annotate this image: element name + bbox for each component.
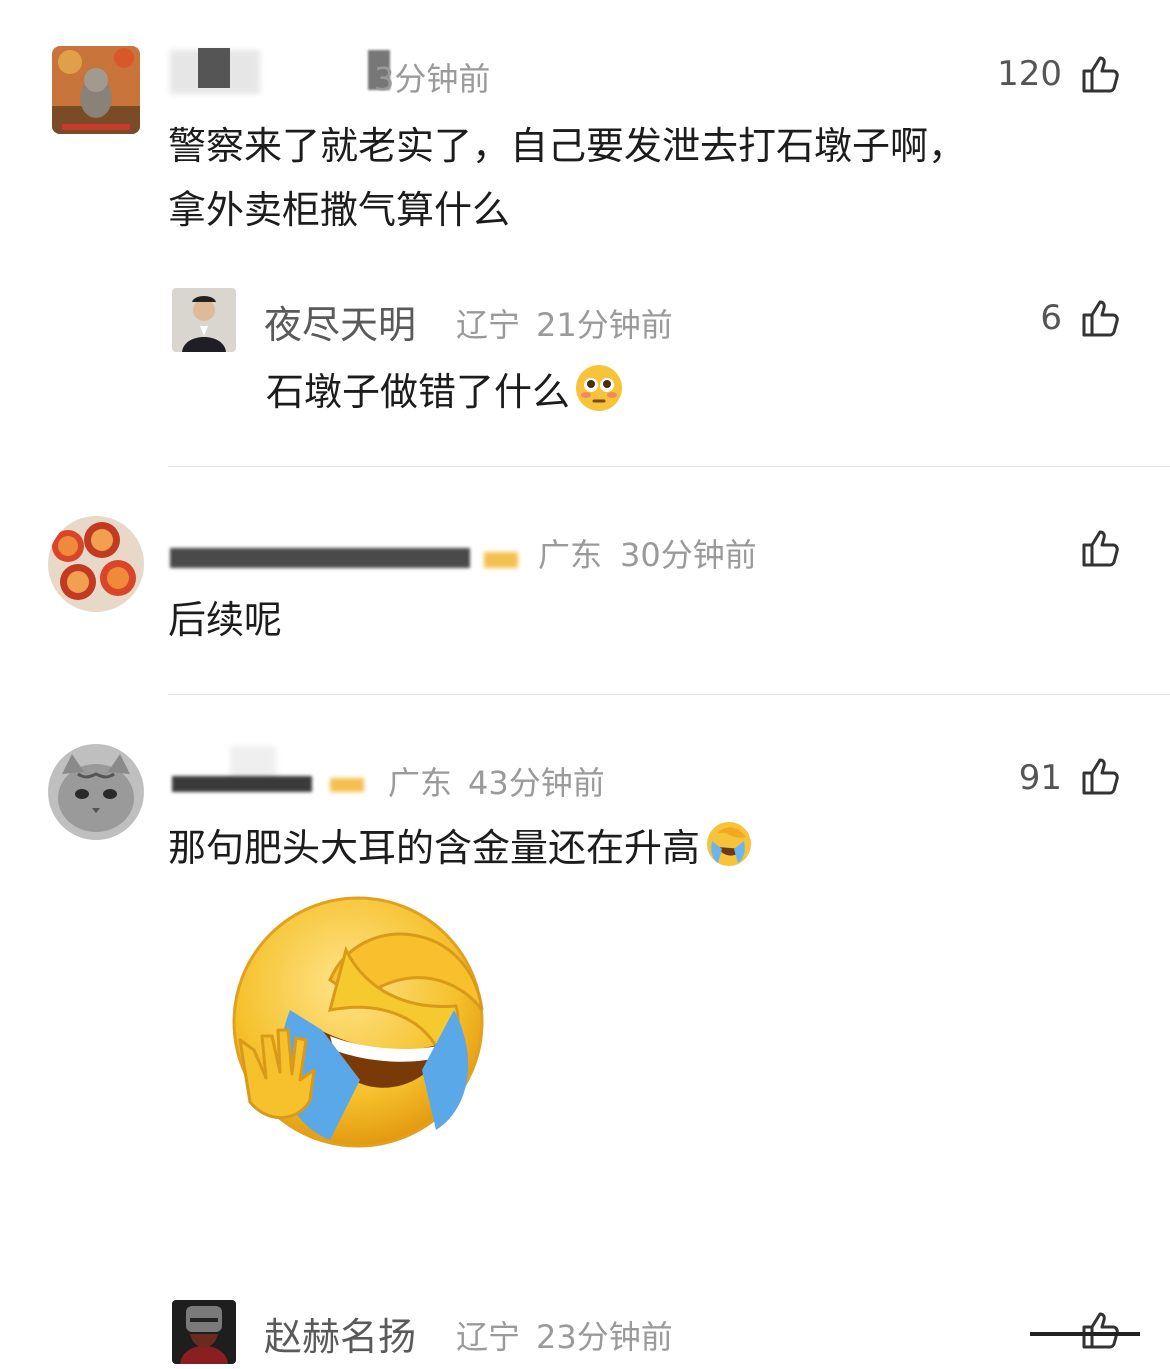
username-redacted [330, 778, 364, 792]
comment-location: 广东 [388, 764, 453, 802]
reply-location: 辽宁 [456, 306, 521, 344]
like-count: 91 [1018, 758, 1062, 798]
divider [168, 466, 1170, 467]
like-count: 120 [997, 54, 1062, 94]
flushed-face-emoji [576, 365, 623, 411]
reply-text-content: 石墩子做错了什么 [266, 370, 571, 414]
comment-time: 23分钟前 [536, 1318, 673, 1356]
thumbs-up-icon[interactable] [1080, 756, 1120, 796]
comment-text: 后续呢 [168, 598, 283, 642]
username-redacted [484, 552, 518, 568]
divider [168, 694, 1170, 695]
username-redacted [198, 48, 230, 88]
comment-time: 30分钟前 [620, 536, 757, 574]
avatar[interactable] [52, 46, 140, 134]
username-redacted [230, 746, 276, 780]
comment-text-line: 拿外卖柜撒气算什么 [168, 188, 511, 232]
avatar-cat-image [48, 744, 144, 840]
comment-location: 广东 [538, 536, 603, 574]
reply-username[interactable]: 夜尽天明 [264, 294, 416, 349]
thumbs-up-icon[interactable] [1080, 528, 1120, 568]
avatar-knight-image [172, 1300, 236, 1364]
username-redacted [172, 776, 312, 792]
avatar[interactable] [172, 288, 236, 352]
reply-text: 石墩子做错了什么 [266, 360, 624, 424]
like-count: 6 [1040, 298, 1062, 338]
avatar[interactable] [172, 1300, 236, 1364]
thumbs-up-icon[interactable] [1080, 1310, 1120, 1350]
thumbs-up-icon[interactable] [1080, 54, 1120, 94]
comment-text: 那句肥头大耳的含金量还在升高 [168, 816, 754, 880]
avatar-man-suit [172, 288, 236, 352]
thumbs-up-icon[interactable] [1080, 298, 1120, 338]
comment-text-line: 警察来了就老实了，自己要发泄去打石墩子啊， [168, 124, 967, 168]
comment-location: 辽宁 [456, 1318, 521, 1356]
laughing-crying-emoji [707, 822, 752, 866]
comment-time: 3分钟前 [374, 60, 491, 98]
watermark-bar [1030, 1332, 1140, 1336]
avatar-food-image [48, 516, 144, 612]
laughing-crying-emoji [232, 896, 484, 1148]
avatar[interactable] [48, 744, 144, 840]
avatar[interactable] [48, 516, 144, 612]
avatar-cat-image [52, 46, 140, 134]
comment-text-content: 那句肥头大耳的含金量还在升高 [168, 826, 701, 870]
username-redacted [170, 548, 470, 568]
comment-time: 43分钟前 [468, 764, 605, 802]
reply-time: 21分钟前 [536, 306, 673, 344]
comment-username[interactable]: 赵赫名扬 [264, 1306, 416, 1361]
